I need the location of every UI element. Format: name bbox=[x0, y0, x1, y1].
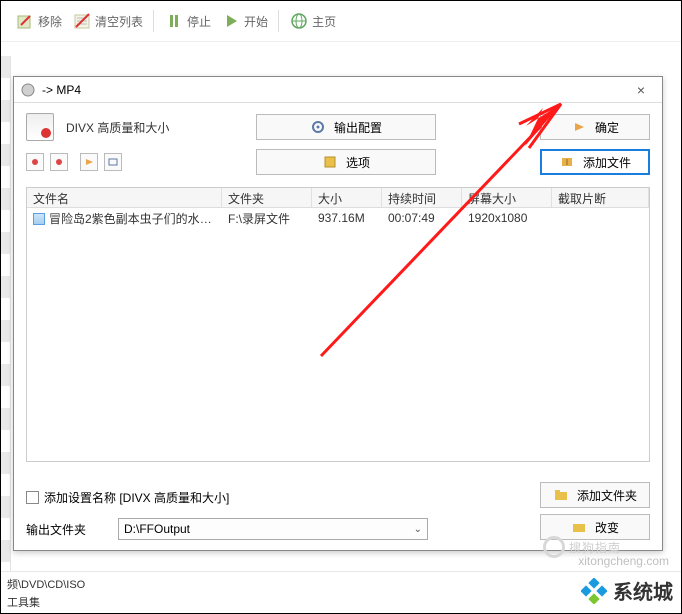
chevron-down-icon: ⌄ bbox=[414, 524, 422, 535]
start-icon bbox=[221, 11, 241, 31]
globe-icon bbox=[289, 11, 309, 31]
grid-header: 文件名 文件夹 大小 持续时间 屏幕大小 截取片断 bbox=[27, 188, 649, 208]
output-folder-select[interactable]: D:\FFOutput ⌄ bbox=[118, 518, 428, 540]
col-size[interactable]: 大小 bbox=[312, 188, 382, 207]
url-watermark: xitongcheng.com bbox=[578, 554, 669, 568]
start-label: 开始 bbox=[244, 13, 268, 30]
small-btn-2[interactable] bbox=[50, 153, 68, 171]
col-filename[interactable]: 文件名 bbox=[27, 188, 222, 207]
video-file-icon bbox=[33, 213, 45, 225]
small-btn-3[interactable] bbox=[80, 153, 98, 171]
change-label: 改变 bbox=[595, 519, 619, 536]
cell-resolution: 1920x1080 bbox=[462, 209, 552, 227]
stop-button[interactable]: 停止 bbox=[160, 9, 215, 33]
close-icon[interactable]: × bbox=[626, 82, 656, 98]
remove-icon bbox=[15, 11, 35, 31]
col-clip[interactable]: 截取片断 bbox=[552, 188, 649, 207]
ok-button[interactable]: 确定 bbox=[540, 114, 650, 140]
change-icon bbox=[571, 519, 587, 535]
output-folder-value: D:\FFOutput bbox=[124, 522, 190, 536]
add-file-label: 添加文件 bbox=[583, 154, 631, 171]
cell-duration: 00:07:49 bbox=[382, 209, 462, 227]
output-config-button[interactable]: 输出配置 bbox=[256, 114, 436, 140]
stop-label: 停止 bbox=[187, 13, 211, 30]
start-button[interactable]: 开始 bbox=[217, 9, 272, 33]
footer-line-2: 工具集 bbox=[7, 594, 681, 610]
small-btn-4[interactable] bbox=[104, 153, 122, 171]
clear-list-label: 清空列表 bbox=[95, 13, 143, 30]
arrow-right-icon bbox=[571, 119, 587, 135]
dialog-title-text: -> MP4 bbox=[42, 83, 626, 97]
cell-folder: F:\录屏文件 bbox=[222, 208, 312, 229]
footer-line-1: 频\DVD\CD\ISO bbox=[7, 576, 681, 592]
add-profile-label: 添加设置名称 [DIVX 高质量和大小] bbox=[44, 489, 229, 506]
output-config-label: 输出配置 bbox=[334, 119, 382, 136]
clear-list-icon bbox=[72, 11, 92, 31]
options-icon bbox=[322, 154, 338, 170]
dialog-titlebar: -> MP4 × bbox=[14, 77, 662, 103]
home-label: 主页 bbox=[312, 13, 336, 30]
diamond-icon bbox=[581, 578, 607, 604]
output-folder-label: 输出文件夹 bbox=[26, 521, 106, 538]
convert-dialog: -> MP4 × DIVX 高质量和大小 输出配置 bbox=[13, 76, 663, 551]
profile-icon bbox=[26, 113, 54, 141]
add-file-button[interactable]: 添加文件 bbox=[540, 149, 650, 175]
site-logo: 系统城 bbox=[581, 576, 673, 605]
remove-label: 移除 bbox=[38, 13, 62, 30]
quality-label: DIVX 高质量和大小 bbox=[66, 119, 169, 136]
background-footer: 频\DVD\CD\ISO 工具集 bbox=[1, 571, 681, 613]
small-btn-1[interactable] bbox=[26, 153, 44, 171]
stop-icon bbox=[164, 11, 184, 31]
remove-button[interactable]: 移除 bbox=[11, 9, 66, 33]
table-row[interactable]: 冒险岛2紫色副本虫子们的水上乐园水... F:\录屏文件 937.16M 00:… bbox=[27, 208, 649, 228]
ok-label: 确定 bbox=[595, 119, 619, 136]
folder-icon bbox=[553, 487, 569, 503]
add-file-icon bbox=[559, 154, 575, 170]
left-app-strip bbox=[1, 56, 11, 571]
cell-size: 937.16M bbox=[312, 209, 382, 227]
gear-icon bbox=[310, 119, 326, 135]
dialog-icon bbox=[20, 82, 36, 98]
file-grid: 文件名 文件夹 大小 持续时间 屏幕大小 截取片断 冒险岛2紫色副本虫子们的水上… bbox=[26, 187, 650, 462]
cell-clip bbox=[552, 216, 649, 220]
toolbar-divider bbox=[153, 10, 154, 32]
clear-list-button[interactable]: 清空列表 bbox=[68, 9, 147, 33]
col-folder[interactable]: 文件夹 bbox=[222, 188, 312, 207]
add-folder-button[interactable]: 添加文件夹 bbox=[540, 482, 650, 508]
cell-filename: 冒险岛2紫色副本虫子们的水上乐园水... bbox=[49, 212, 222, 226]
col-duration[interactable]: 持续时间 bbox=[382, 188, 462, 207]
toolbar-divider bbox=[278, 10, 279, 32]
change-button[interactable]: 改变 bbox=[540, 514, 650, 540]
add-profile-checkbox[interactable] bbox=[26, 491, 39, 504]
options-button[interactable]: 选项 bbox=[256, 149, 436, 175]
home-button[interactable]: 主页 bbox=[285, 9, 340, 33]
logo-text: 系统城 bbox=[613, 576, 673, 605]
options-label: 选项 bbox=[346, 154, 370, 171]
main-toolbar: 移除 清空列表 停止 开始 主页 bbox=[1, 1, 681, 42]
col-resolution[interactable]: 屏幕大小 bbox=[462, 188, 552, 207]
add-folder-label: 添加文件夹 bbox=[577, 487, 637, 504]
